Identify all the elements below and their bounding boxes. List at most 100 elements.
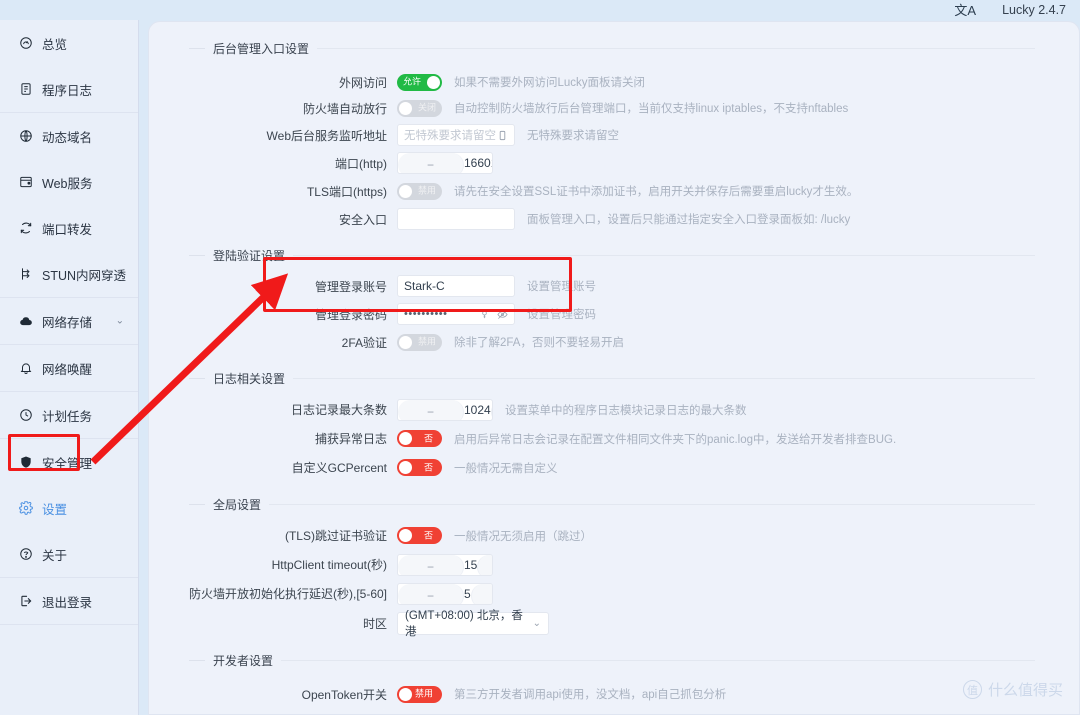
sidebar-item-label: 计划任务: [42, 409, 93, 424]
cloud-icon: [18, 314, 33, 329]
section-rule-left: [189, 503, 205, 505]
field-control: − 5 +: [397, 582, 493, 605]
sidebar-item-wol[interactable]: 网络唤醒: [0, 345, 138, 391]
tls-port-toggle[interactable]: 禁用: [397, 182, 442, 200]
max-logs-stepper[interactable]: − 1024 +: [397, 398, 493, 421]
admin-username-input[interactable]: Stark-C: [397, 275, 515, 297]
section-title: 开发者设置: [213, 653, 274, 668]
stepper-value[interactable]: 5: [464, 584, 471, 604]
input-placeholder: 无特殊要求请留空: [404, 130, 496, 142]
stepper-decrement[interactable]: −: [398, 153, 464, 173]
section-header: 开发者设置: [189, 647, 1035, 673]
section-rule-right: [269, 503, 1035, 505]
sidebar-item-stun[interactable]: STUN内网穿透: [0, 251, 138, 297]
field-label: 时区: [362, 616, 387, 631]
section-rule-right: [293, 254, 1035, 256]
dashboard-icon: [18, 36, 33, 51]
timezone-select[interactable]: (GMT+08:00) 北京，香港 ⌄: [397, 610, 549, 638]
stepper-decrement[interactable]: −: [398, 399, 464, 420]
toggle-label: 否: [423, 530, 433, 540]
sidebar-item-logs[interactable]: 程序日志: [0, 66, 138, 112]
field-hint: 面板管理入口，设置后只能通过指定安全入口登录面板如: /lucky: [527, 214, 851, 226]
sidebar-item-about[interactable]: 关于: [0, 531, 138, 577]
field-control: 禁用: [397, 182, 442, 200]
field-control: 否: [397, 459, 442, 476]
field-control: − 1024 +: [397, 398, 493, 421]
app-version: Lucky 2.4.7: [1002, 3, 1066, 17]
firewall-delay-stepper[interactable]: − 5 +: [397, 582, 493, 605]
twofa-toggle[interactable]: 禁用: [397, 333, 442, 351]
stepper-value[interactable]: 16601: [464, 153, 492, 173]
http-port-stepper[interactable]: − 16601 +: [397, 152, 493, 174]
http-timeout-stepper[interactable]: − 15 +: [397, 553, 493, 576]
safe-entry-input[interactable]: [397, 208, 515, 230]
firewall-auto-toggle[interactable]: 关闭: [397, 99, 442, 117]
toggle-label: 否: [423, 462, 433, 472]
sidebar-item-web[interactable]: Web服务: [0, 159, 138, 205]
field-label: 捕获异常日志: [314, 432, 387, 446]
field-control: 否: [397, 430, 442, 447]
translate-icon[interactable]: 文A: [954, 4, 976, 17]
shuffle-icon: [18, 221, 33, 236]
section-title: 日志相关设置: [213, 371, 286, 386]
stepper-increment[interactable]: +: [470, 583, 492, 604]
field-control: 禁用: [397, 333, 442, 351]
eye-off-icon[interactable]: [497, 309, 508, 320]
field-hint: 无特殊要求请留空: [527, 130, 619, 142]
field-control: − 15 +: [397, 553, 493, 576]
section-rule-left: [189, 377, 205, 379]
watermark-text: 什么值得买: [987, 682, 1063, 699]
field-label: Web后台服务监听地址: [266, 128, 387, 143]
section-rule-left: [189, 254, 205, 256]
sidebar-group-3: 网络存储 ⌄: [0, 298, 138, 345]
gcpercent-toggle[interactable]: 否: [397, 459, 442, 476]
row-max-logs: 日志记录最大条数 − 1024 + 设置菜单中的程序日志模块记录日志的最大条数: [189, 395, 1035, 424]
row-opentoken: OpenToken开关 禁用 第三方开发者调用api使用，没文档，api自己抓包…: [189, 679, 1035, 709]
wan-access-toggle[interactable]: 允许: [397, 73, 442, 91]
field-hint: 请先在安全设置SSL证书中添加证书，启用开关并保存后需要重启lucky才生效。: [454, 186, 859, 198]
sidebar-item-overview[interactable]: 总览: [0, 20, 138, 66]
sidebar-item-logout[interactable]: 退出登录: [0, 578, 138, 624]
section-rule-right: [317, 47, 1035, 49]
sidebar-item-cron[interactable]: 计划任务: [0, 392, 138, 438]
input-tail: [497, 130, 508, 141]
row-2fa: 2FA验证 禁用 除非了解2FA，否则不要轻易开启: [189, 328, 1035, 356]
sidebar-item-label: 总览: [42, 37, 68, 52]
chevron-down-icon[interactable]: ⌄: [116, 316, 124, 327]
sidebar-item-security[interactable]: 安全管理: [0, 439, 138, 485]
sidebar-item-portforward[interactable]: 端口转发: [0, 205, 138, 251]
section-developer-settings: 开发者设置 OpenToken开关 禁用 第三方开发者调用api使用，没文档，a…: [189, 647, 1035, 709]
sidebar-item-ddns[interactable]: 动态域名: [0, 113, 138, 159]
toggle-label: 禁用: [414, 688, 433, 699]
section-title: 后台管理入口设置: [213, 41, 310, 56]
field-hint: 一般情况无需自定义: [454, 462, 558, 475]
toggle-knob: [399, 101, 412, 115]
stepper-value[interactable]: 15: [464, 555, 477, 575]
admin-password-input[interactable]: ••••••••••: [397, 303, 515, 325]
listen-address-input[interactable]: 无特殊要求请留空: [397, 124, 515, 146]
key-icon[interactable]: [479, 309, 490, 320]
toggle-label: 禁用: [417, 336, 436, 347]
stepper-decrement[interactable]: −: [398, 583, 464, 604]
stepper-decrement[interactable]: −: [398, 554, 464, 575]
field-label: 自定义GCPercent: [291, 461, 387, 475]
sidebar-item-storage[interactable]: 网络存储 ⌄: [0, 298, 138, 344]
row-tls-port: TLS端口(https) 禁用 请先在安全设置SSL证书中添加证书，启用开关并保…: [189, 177, 1035, 205]
sidebar-item-settings[interactable]: 设置: [0, 485, 138, 531]
stepper-increment[interactable]: +: [490, 399, 492, 420]
row-timezone: 时区 (GMT+08:00) 北京，香港 ⌄: [189, 608, 1035, 638]
sidebar-group-7: 退出登录: [0, 578, 138, 625]
clock-icon: [18, 408, 33, 423]
tls-skip-toggle[interactable]: 否: [397, 527, 442, 544]
sidebar-item-label: 端口转发: [42, 222, 93, 237]
field-hint: 一般情况无须启用（跳过）: [454, 530, 592, 543]
field-label: OpenToken开关: [301, 687, 387, 702]
clipboard-icon: [18, 82, 33, 97]
section-admin-entry: 后台管理入口设置 外网访问 允许 如果不需要外网访问Lucky面板请关闭 防火墙…: [189, 35, 1035, 233]
watermark-badge: 值: [962, 680, 982, 699]
opentoken-toggle[interactable]: 禁用: [397, 685, 442, 703]
toggle-knob: [399, 529, 412, 542]
stepper-increment[interactable]: +: [477, 554, 492, 575]
catch-panic-toggle[interactable]: 否: [397, 430, 442, 447]
stepper-value[interactable]: 1024: [464, 400, 491, 420]
